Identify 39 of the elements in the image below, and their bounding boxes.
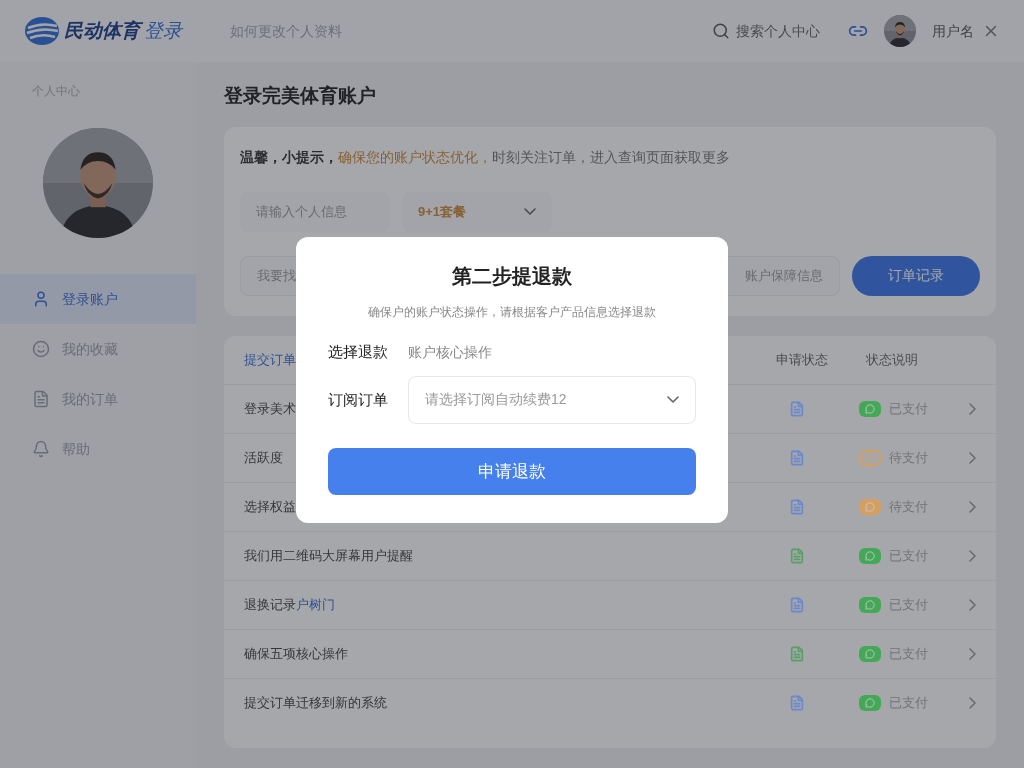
order-title: 登录美术 xyxy=(244,399,296,418)
chevron-icon xyxy=(667,396,679,404)
chevron-right-icon[interactable] xyxy=(969,696,976,709)
field-label: 订阅订单 xyxy=(328,389,388,410)
user-icon xyxy=(32,290,50,308)
tip-text: 温馨，小提示，确保您的账户状态优化，时刻关注订单，进入查询页面获取更多 xyxy=(240,147,731,167)
quick-search[interactable]: 搜索个人中心 xyxy=(700,14,832,48)
smiley-icon xyxy=(32,340,50,358)
search-icon xyxy=(712,22,730,40)
logo-suffix: 登录 xyxy=(144,18,182,43)
chevron-right-icon[interactable] xyxy=(969,500,976,513)
order-select[interactable]: 请选择订阅自动续费12 xyxy=(408,375,696,424)
page-title: 登录完美体育账户 xyxy=(224,84,377,108)
order-title: 退换记录户树门 xyxy=(244,595,335,614)
column-header: 状态说明 xyxy=(866,350,919,369)
refund-button[interactable]: 申请退款 xyxy=(328,447,696,495)
dialog-title: 第二步提退款 xyxy=(451,264,573,290)
dialog-description: 确保户的账户状态操作，请根据客户产品信息选择退款 xyxy=(367,304,657,322)
order-link[interactable]: 户树门 xyxy=(296,596,335,612)
chevron-right-icon[interactable] xyxy=(969,402,976,415)
user-name: 用户名 xyxy=(932,21,974,41)
order-title: 我们用二维码大屏幕用户提醒 xyxy=(244,546,413,565)
chevron-right-icon[interactable] xyxy=(969,451,976,464)
order-title: 提交订单迁移到新的系统 xyxy=(244,693,387,712)
chevron-right-icon[interactable] xyxy=(969,549,976,562)
chevron-right-icon[interactable] xyxy=(969,598,976,611)
chevron-right-icon[interactable] xyxy=(969,647,976,660)
records-button[interactable]: 订单记录 xyxy=(852,255,980,296)
field-label: 选择退款 xyxy=(328,342,388,363)
bell-icon xyxy=(32,440,50,458)
column-header: 申请状态 xyxy=(776,350,829,369)
order-title: 选择权益 xyxy=(244,497,296,516)
sidebar-item[interactable]: 登录账户 xyxy=(0,274,196,324)
logo-icon xyxy=(24,16,60,46)
field-value: 账户核心操作 xyxy=(408,343,492,362)
document-icon xyxy=(32,390,50,408)
chevron-icon xyxy=(524,208,536,215)
order-title: 活跃度 xyxy=(244,448,283,467)
order-title: 确保五项核心操作 xyxy=(244,644,348,663)
